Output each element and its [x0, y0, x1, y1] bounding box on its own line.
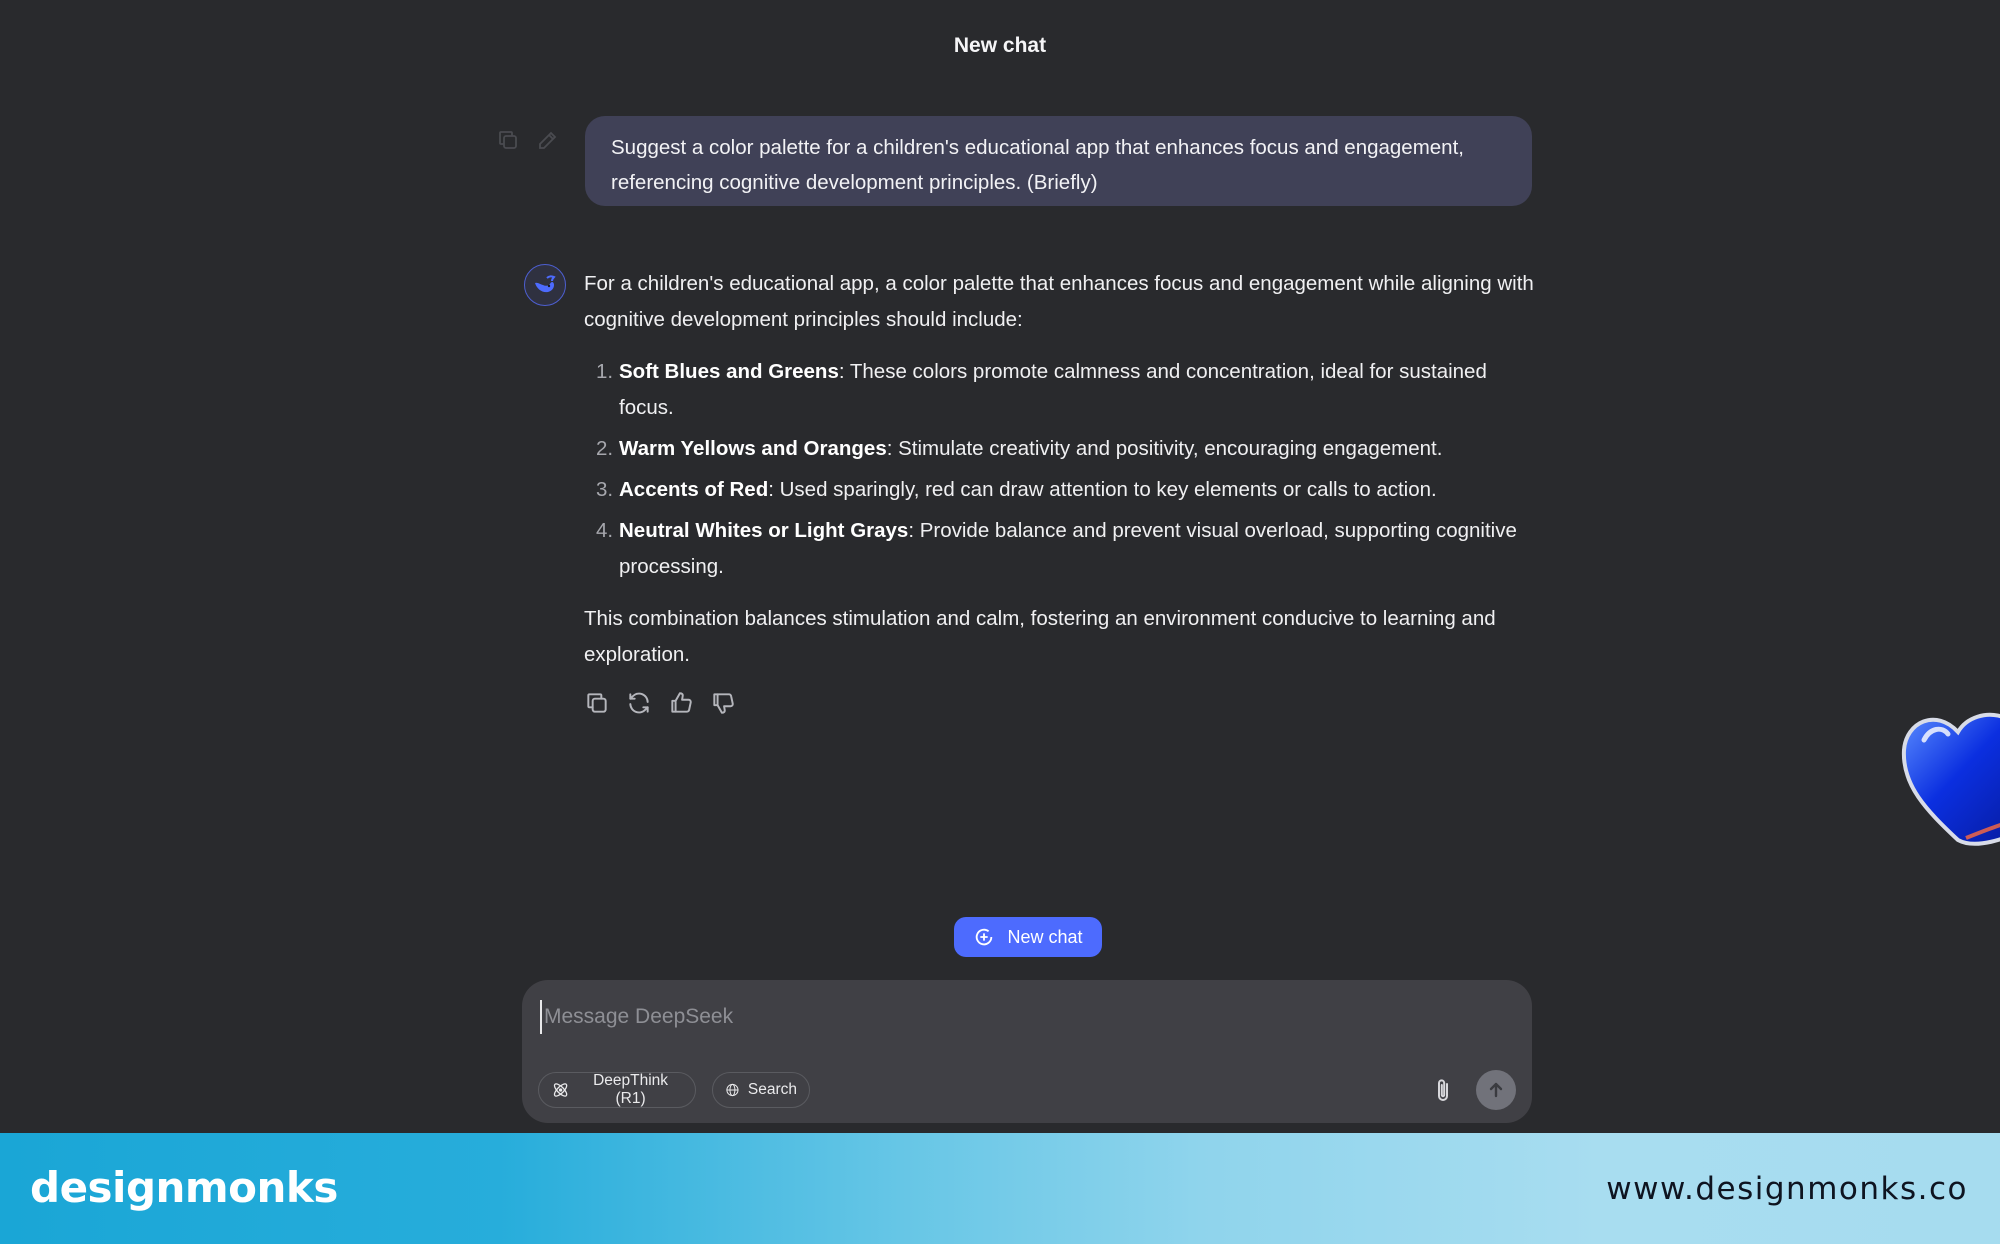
search-toggle[interactable]: Search — [712, 1072, 810, 1108]
item-title: Soft Blues and Greens — [619, 360, 839, 383]
item-text: : Stimulate creativity and positivity, e… — [886, 437, 1443, 460]
new-chat-label: New chat — [1007, 926, 1083, 947]
user-message-bubble: Suggest a color palette for a children's… — [585, 116, 1532, 206]
list-number: 4. — [596, 519, 614, 542]
palette-list: 1. Soft Blues and Greens: These colors p… — [584, 354, 1534, 585]
item-title: Warm Yellows and Oranges — [619, 437, 887, 460]
deepthink-toggle[interactable]: DeepThink (R1) — [538, 1072, 696, 1108]
list-item: 4. Neutral Whites or Light Grays: Provid… — [584, 513, 1534, 585]
arrow-up-icon — [1489, 1082, 1503, 1098]
edit-icon[interactable] — [536, 128, 560, 157]
user-message-tools — [496, 128, 560, 157]
send-button[interactable] — [1476, 1070, 1516, 1110]
thumbs-down-icon[interactable] — [710, 690, 736, 716]
list-item: 2. Warm Yellows and Oranges: Stimulate c… — [584, 431, 1534, 467]
list-number: 1. — [596, 360, 614, 383]
assistant-response: For a children's educational app, a colo… — [584, 266, 1534, 673]
message-input[interactable] — [540, 1000, 1500, 1034]
globe-icon — [726, 1083, 739, 1097]
list-number: 2. — [596, 437, 614, 460]
page-title: New chat — [953, 34, 1047, 57]
message-composer: DeepThink (R1) Search — [522, 980, 1532, 1123]
deepseek-avatar — [524, 264, 566, 306]
brand-footer: designmonks www.designmonks.co — [0, 1133, 2000, 1244]
new-chat-icon — [976, 928, 993, 946]
item-text: : Used sparingly, red can draw attention… — [768, 478, 1437, 501]
copy-icon[interactable] — [584, 690, 610, 716]
atom-icon — [553, 1083, 568, 1097]
list-number: 3. — [596, 478, 614, 501]
search-label: Search — [747, 1081, 797, 1098]
response-actions — [584, 690, 736, 716]
response-intro: For a children's educational app, a colo… — [584, 272, 1534, 331]
deepthink-label: DeepThink (R1) — [593, 1072, 669, 1107]
item-title: Accents of Red — [619, 478, 769, 501]
brand-logo: designmonks — [30, 1163, 338, 1212]
thumbs-up-icon[interactable] — [668, 690, 694, 716]
regenerate-icon[interactable] — [626, 690, 652, 716]
copy-icon[interactable] — [496, 128, 520, 157]
item-title: Neutral Whites or Light Grays — [619, 519, 909, 542]
heart-decoration-icon — [1901, 712, 2000, 846]
list-item: 1. Soft Blues and Greens: These colors p… — [584, 354, 1534, 426]
new-chat-button[interactable]: New chat — [954, 917, 1102, 957]
response-conclusion: This combination balances stimulation an… — [584, 607, 1496, 666]
whale-logo-icon — [535, 275, 556, 293]
list-item: 3. Accents of Red: Used sparingly, red c… — [584, 472, 1534, 508]
website-url: www.designmonks.co — [1606, 1171, 1968, 1207]
attach-icon[interactable] — [1428, 1076, 1458, 1106]
